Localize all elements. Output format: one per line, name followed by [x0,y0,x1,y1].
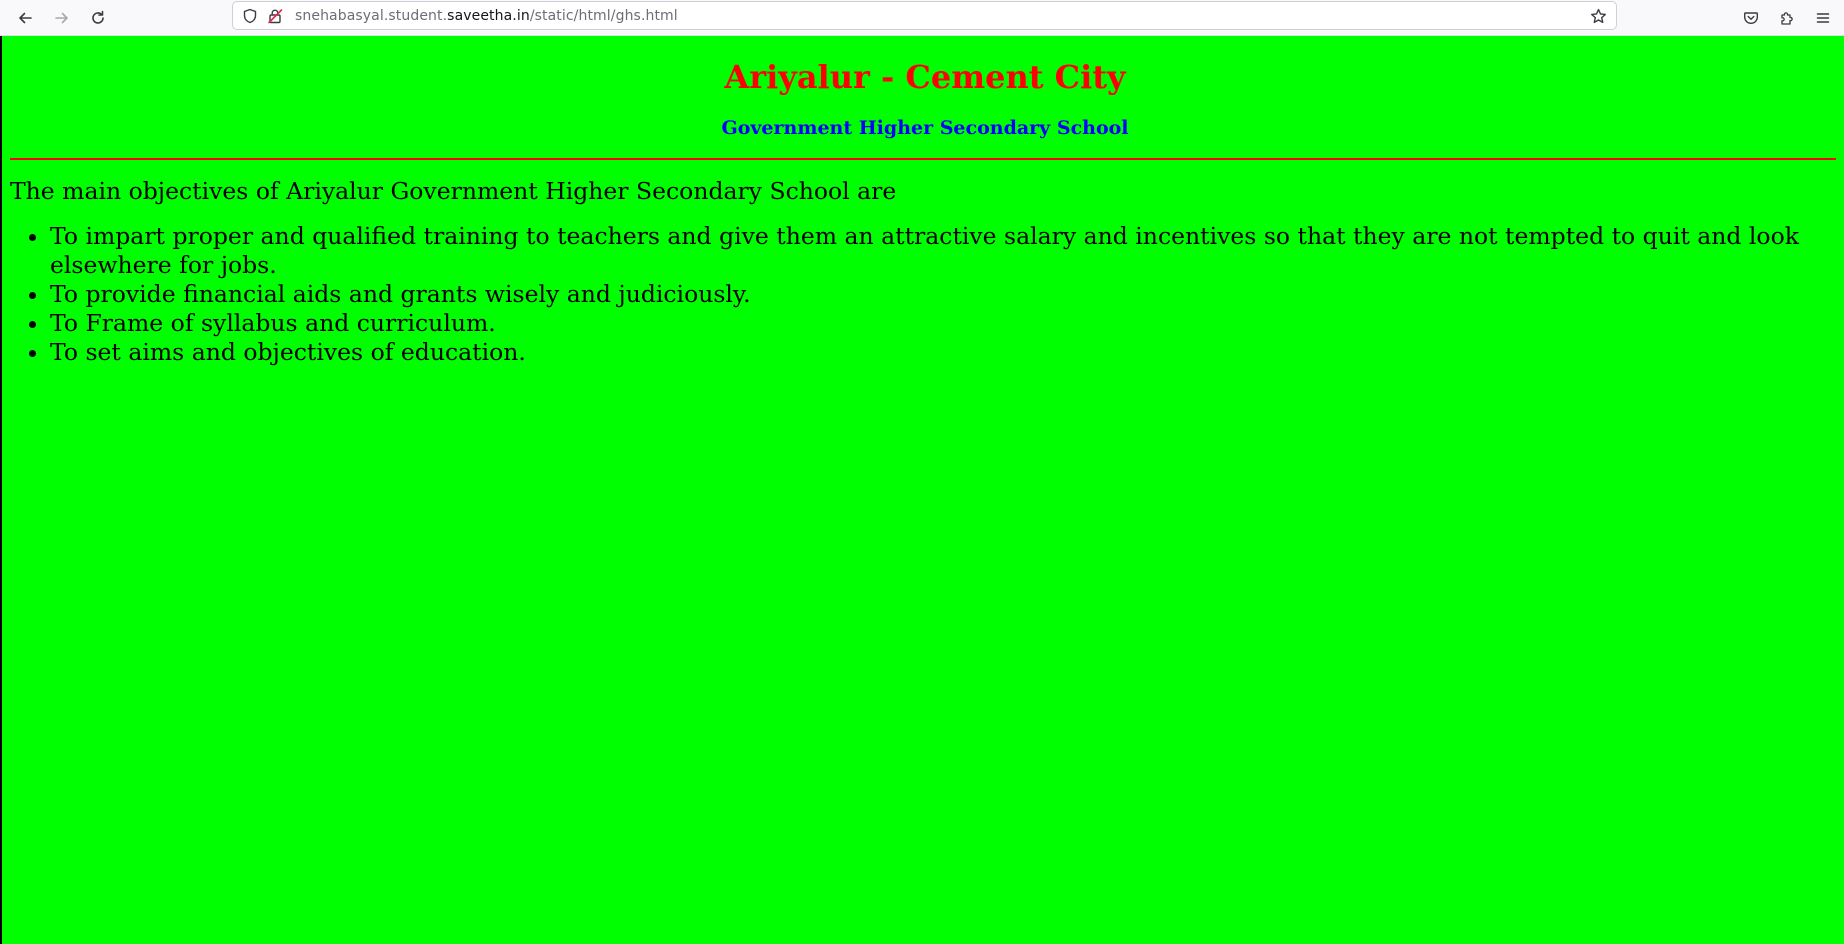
list-item: To impart proper and qualified training … [50,222,1844,280]
intro-paragraph: The main objectives of Ariyalur Governme… [10,177,897,205]
insecure-lock-icon[interactable] [266,7,284,25]
pocket-button[interactable] [1738,5,1764,31]
hamburger-menu-icon [1816,13,1830,23]
page-viewport: Ariyalur - Cement City Government Higher… [2,36,1844,944]
page-title: Ariyalur - Cement City [724,58,1126,96]
objectives-list: To impart proper and qualified training … [10,222,1844,367]
arrow-right-icon [55,12,68,24]
url-prefix: snehabasyal.student. [295,8,448,24]
bookmark-star-icon[interactable] [1588,6,1608,26]
address-bar[interactable]: snehabasyal.student.saveetha.in/static/h… [232,1,1617,30]
url-domain: saveetha.in [447,8,530,24]
app-menu-button[interactable] [1810,5,1836,31]
forward-button[interactable] [49,5,75,31]
extensions-button[interactable] [1774,5,1800,31]
pocket-icon [1744,12,1758,24]
reload-button[interactable] [85,5,111,31]
horizontal-rule [10,158,1836,160]
list-item: To Frame of syllabus and curriculum. [50,309,1844,338]
page-subtitle: Government Higher Secondary School [721,117,1129,139]
shield-icon[interactable] [241,7,259,25]
list-item: To set aims and objectives of education. [50,338,1844,367]
arrow-left-icon [19,12,32,24]
browser-toolbar: snehabasyal.student.saveetha.in/static/h… [0,0,1844,36]
reload-icon [92,10,104,24]
url-text[interactable]: snehabasyal.student.saveetha.in/static/h… [295,8,678,24]
puzzle-icon [1781,12,1793,25]
back-button[interactable] [12,5,38,31]
url-path: /static/html/ghs.html [529,8,678,24]
browser-window: snehabasyal.student.saveetha.in/static/h… [0,0,1844,944]
list-item: To provide financial aids and grants wis… [50,280,1844,309]
